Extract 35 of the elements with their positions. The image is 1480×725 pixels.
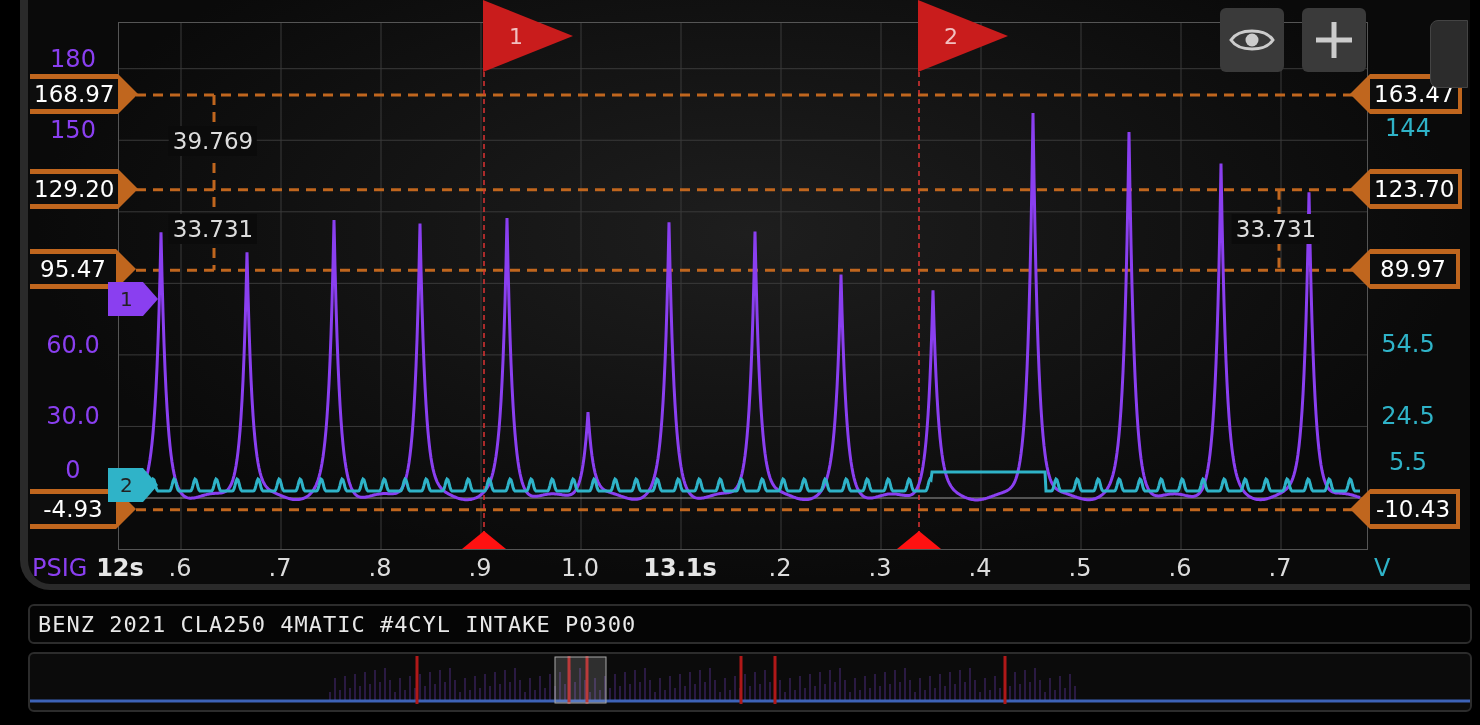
time-tick-label: .6: [1168, 554, 1192, 582]
channel-unit-label: V: [1374, 554, 1391, 582]
time-tick-label: .7: [268, 554, 292, 582]
axis-tick-label: 0: [64, 456, 82, 484]
time-tick-label: 12s: [96, 554, 144, 582]
time-tick-label: 1.0: [560, 554, 600, 582]
axis-tick-label: 5.5: [1387, 447, 1429, 476]
axis-tick-label: 150: [49, 116, 97, 145]
marker-flag[interactable]: 2: [918, 0, 1008, 72]
channel-tag[interactable]: 2: [108, 468, 158, 503]
time-tick-label: .9: [468, 554, 492, 582]
cursor-difference-label: 33.731: [1231, 214, 1321, 245]
cursor-difference-label: 39.769: [168, 126, 258, 157]
axis-tick-label: 54.5: [1380, 329, 1436, 358]
plus-icon: [1314, 20, 1354, 60]
time-tick-label: .7: [1268, 554, 1292, 582]
time-tick-label: 13.1s: [643, 554, 717, 582]
marker-handle-icon[interactable]: [462, 531, 506, 549]
channel-unit-label: PSIG: [32, 554, 88, 582]
axis-tick-label: 24.5: [1380, 401, 1436, 430]
time-tick-label: .2: [768, 554, 792, 582]
time-tick-label: .6: [168, 554, 192, 582]
time-tick-label: .4: [968, 554, 992, 582]
marker-flag[interactable]: 1: [483, 0, 573, 72]
time-tick-label: .5: [1068, 554, 1092, 582]
time-tick-label: .3: [868, 554, 892, 582]
marker-handle-icon[interactable]: [897, 531, 941, 549]
axis-tick-label: 180: [49, 44, 97, 73]
visibility-button[interactable]: [1220, 8, 1284, 72]
axis-tick-label: 144: [1384, 113, 1432, 142]
recording-title: BENZ 2021 CLA250 4MATIC #4CYL INTAKE P0300: [38, 611, 637, 637]
add-button[interactable]: [1302, 8, 1366, 72]
time-tick-label: .8: [368, 554, 392, 582]
axis-tick-label: 60.0: [45, 330, 101, 359]
axis-tick-label: 30.0: [45, 402, 101, 431]
